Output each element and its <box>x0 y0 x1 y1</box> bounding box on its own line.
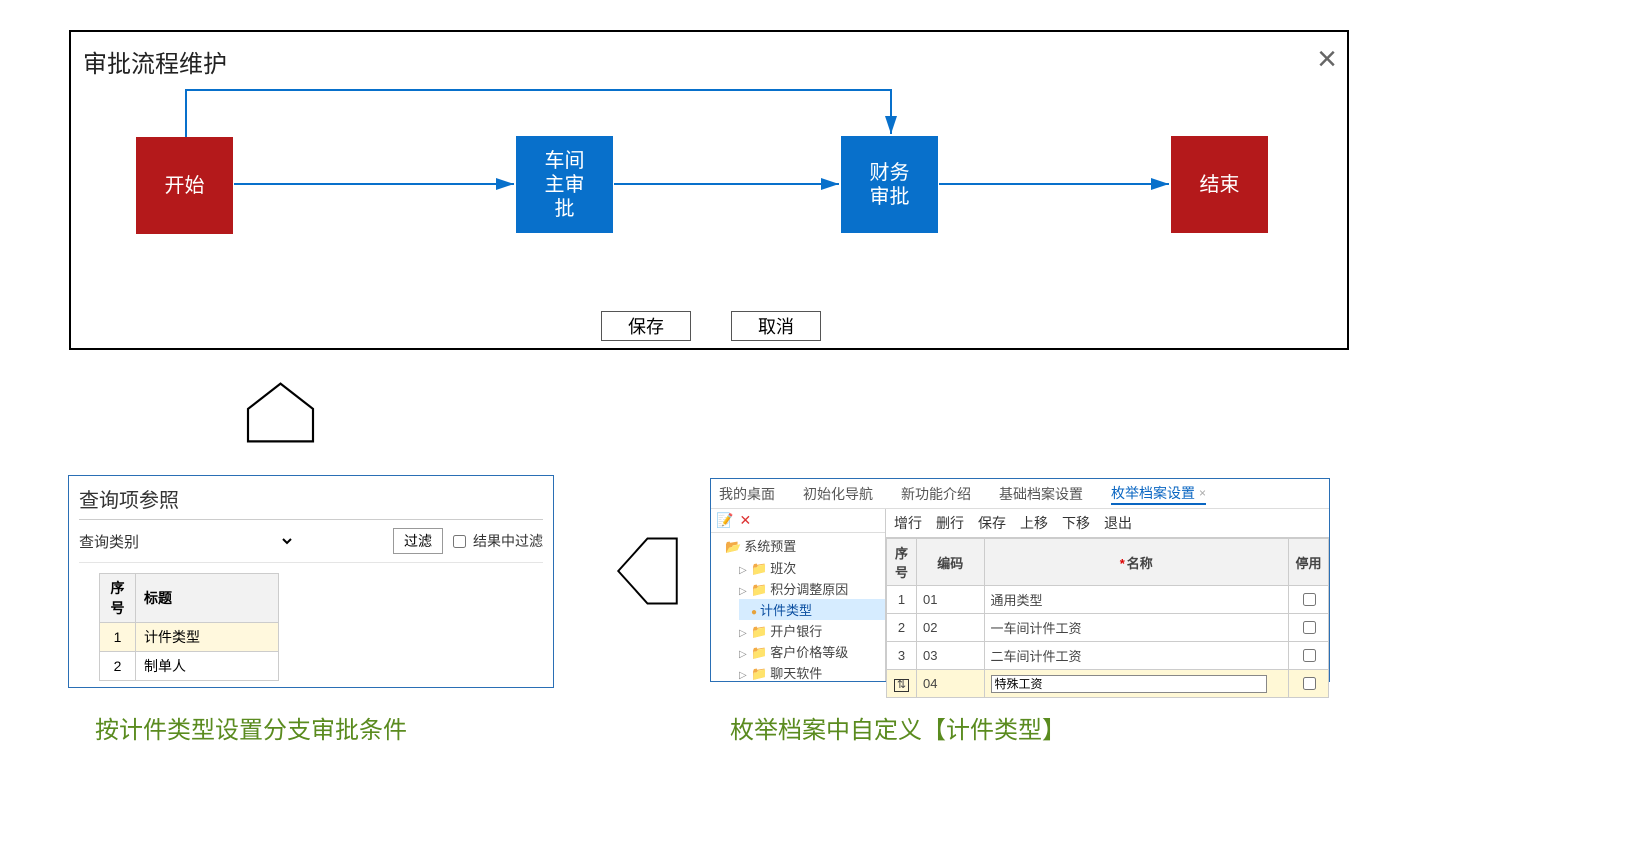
tab-close-icon[interactable]: × <box>1199 486 1206 500</box>
toolbar-action[interactable]: 下移 <box>1062 513 1090 533</box>
toolbar-action[interactable]: 删行 <box>936 513 964 533</box>
col-name: *名称 <box>984 539 1289 586</box>
tree-item[interactable]: ▷📁开户银行 <box>739 620 885 641</box>
tab[interactable]: 我的桌面 <box>719 484 775 504</box>
tree-toggle-icon: ▷ <box>739 670 749 681</box>
tree-item[interactable]: ▷📁客户价格等级 <box>739 641 885 662</box>
disabled-checkbox[interactable] <box>1303 621 1316 634</box>
cancel-button[interactable]: 取消 <box>731 311 821 341</box>
enum-row[interactable]: 1 01 通用类型 <box>887 586 1329 614</box>
disabled-checkbox[interactable] <box>1303 593 1316 606</box>
connector-arrow-up-icon <box>243 380 318 445</box>
tree-root[interactable]: 📂系统预置 ▷📁班次▷📁积分调整原因●计件类型▷📁开户银行▷📁客户价格等级▷📁聊… <box>725 535 885 681</box>
query-panel: 查询项参照 查询类别 过滤 结果中过滤 序号 标题 1计件类型2制单人 <box>68 475 554 688</box>
caption-left: 按计件类型设置分支审批条件 <box>95 710 407 745</box>
edit-icon[interactable]: 📝 <box>716 512 733 529</box>
flow-node-end[interactable]: 结束 <box>1171 136 1268 233</box>
tab[interactable]: 新功能介绍 <box>901 484 971 504</box>
col-code: 编码 <box>917 539 985 586</box>
tree: 📂系统预置 ▷📁班次▷📁积分调整原因●计件类型▷📁开户银行▷📁客户价格等级▷📁聊… <box>711 535 885 681</box>
filter-in-result-checkbox-label[interactable]: 结果中过滤 <box>449 531 543 551</box>
tree-item[interactable]: ▷📁班次 <box>739 557 885 578</box>
query-category-label: 查询类别 <box>79 531 139 552</box>
col-seq: 序号 <box>100 574 136 623</box>
toolbar-action[interactable]: 退出 <box>1104 513 1132 533</box>
flow-node-workshop[interactable]: 车间 主审 批 <box>516 136 613 233</box>
close-icon[interactable]: × <box>1317 40 1337 79</box>
enum-row[interactable]: 3 03 二车间计件工资 <box>887 642 1329 670</box>
tab[interactable]: 枚举档案设置× <box>1111 483 1206 505</box>
required-star-icon: * <box>1120 556 1125 571</box>
save-button[interactable]: 保存 <box>601 311 691 341</box>
node-label: 开始 <box>165 174 205 198</box>
folder-open-icon: 📂 <box>725 539 741 554</box>
enum-row[interactable]: 2 02 一车间计件工资 <box>887 614 1329 642</box>
disabled-checkbox[interactable] <box>1303 649 1316 662</box>
col-disabled: 停用 <box>1289 539 1329 586</box>
folder-icon: 📁 <box>751 645 767 660</box>
query-title: 查询项参照 <box>79 484 543 520</box>
folder-icon: 📁 <box>751 561 767 576</box>
workflow-panel: 审批流程维护 × 开始 车间 主审 批 财务 审批 结束 保存 取消 <box>69 30 1349 350</box>
query-category-select[interactable] <box>145 531 295 551</box>
node-label: 车间 主审 批 <box>545 149 585 221</box>
tree-toolbar: 📝 ✕ <box>711 509 885 533</box>
query-row[interactable]: 1计件类型 <box>100 623 279 652</box>
folder-icon: 📁 <box>751 666 767 681</box>
query-filter-row: 查询类别 过滤 结果中过滤 <box>79 528 543 563</box>
filter-in-result-checkbox[interactable] <box>453 535 466 548</box>
tree-toggle-icon: ▷ <box>739 586 749 597</box>
tree-toggle-icon: ▷ <box>739 565 749 576</box>
tree-item[interactable]: ▷📁聊天软件 <box>739 662 885 681</box>
enum-tree: 📝 ✕ 📂系统预置 ▷📁班次▷📁积分调整原因●计件类型▷📁开户银行▷📁客户价格等… <box>711 509 886 681</box>
toolbar-action[interactable]: 保存 <box>978 513 1006 533</box>
folder-icon: 📁 <box>751 624 767 639</box>
connector-arrow-left-icon <box>615 535 680 607</box>
filter-button[interactable]: 过滤 <box>393 528 443 554</box>
tree-item[interactable]: ●计件类型 <box>739 599 885 620</box>
query-table: 序号 标题 1计件类型2制单人 <box>99 573 279 681</box>
query-row[interactable]: 2制单人 <box>100 652 279 681</box>
tree-toggle-icon: ▷ <box>739 628 749 639</box>
flow-node-finance[interactable]: 财务 审批 <box>841 136 938 233</box>
tab[interactable]: 初始化导航 <box>803 484 873 504</box>
flow-node-start[interactable]: 开始 <box>136 137 233 234</box>
workflow-title: 审批流程维护 <box>83 44 227 79</box>
disabled-checkbox[interactable] <box>1303 677 1316 690</box>
delete-icon[interactable]: ✕ <box>739 512 751 529</box>
node-label: 结束 <box>1200 173 1240 197</box>
enum-row[interactable]: ⇅ 04 <box>887 670 1329 698</box>
enum-grid: 序号 编码 *名称 停用 1 01 通用类型 2 02 一车间计件工资 3 03… <box>886 538 1329 698</box>
bullet-icon: ● <box>751 607 757 618</box>
col-title: 标题 <box>136 574 279 623</box>
toolbar-action[interactable]: 增行 <box>894 513 922 533</box>
tab[interactable]: 基础档案设置 <box>999 484 1083 504</box>
enum-tabs: 我的桌面 初始化导航 新功能介绍 基础档案设置 枚举档案设置× <box>711 479 1329 509</box>
enum-panel: 我的桌面初始化导航新功能介绍基础档案设置枚举档案设置× 📝 ✕ 📂系统预置 ▷📁… <box>710 478 1330 682</box>
tree-toggle-icon: ▷ <box>739 649 749 660</box>
col-seq: 序号 <box>887 539 917 586</box>
toolbar-action[interactable]: 上移 <box>1020 513 1048 533</box>
name-input[interactable] <box>991 675 1268 693</box>
node-label: 财务 审批 <box>870 161 910 209</box>
enum-toolbar: 增行删行保存上移下移退出 <box>886 509 1329 538</box>
tree-item[interactable]: ▷📁积分调整原因 <box>739 578 885 599</box>
row-handle-icon[interactable]: ⇅ <box>894 679 909 692</box>
caption-right: 枚举档案中自定义【计件类型】 <box>730 710 1066 745</box>
folder-icon: 📁 <box>751 582 767 597</box>
